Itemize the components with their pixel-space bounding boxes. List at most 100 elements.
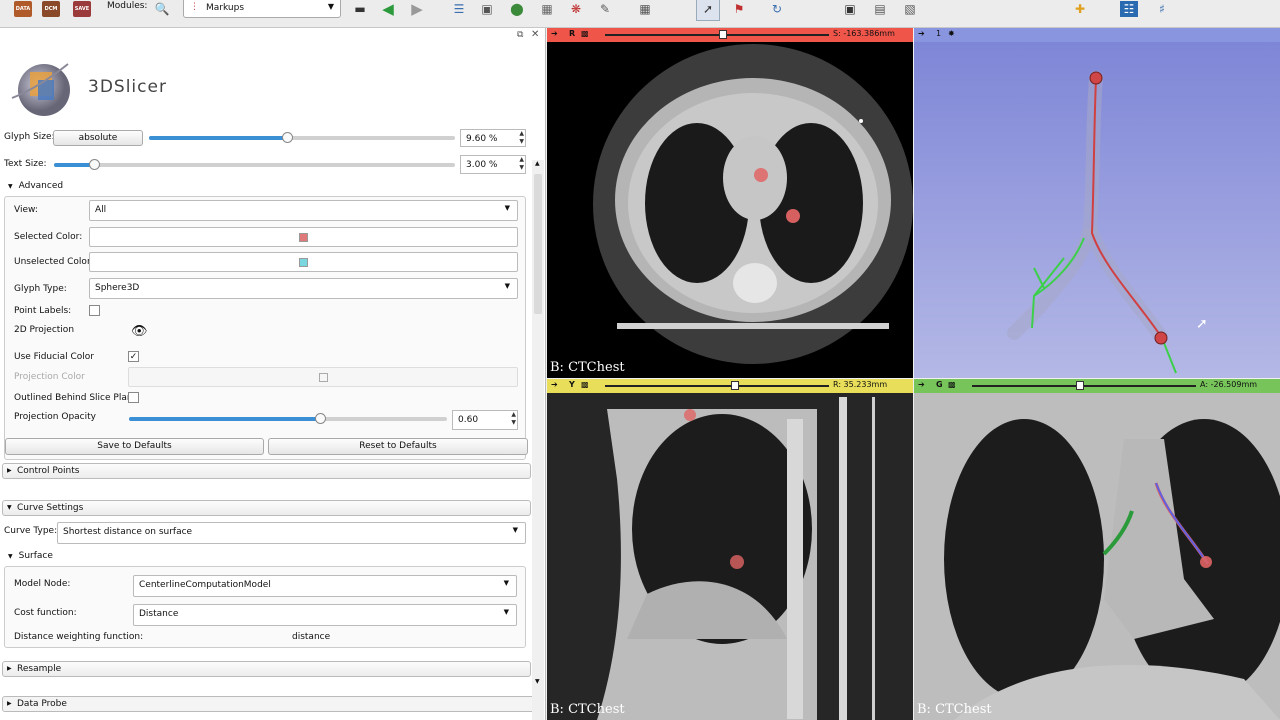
cost-function-label: Cost function:: [14, 608, 77, 618]
pin-icon[interactable]: ➔: [551, 29, 558, 38]
curve-type-select[interactable]: Shortest distance on surface ▼: [57, 522, 526, 544]
scrollbar-thumb[interactable]: [534, 174, 542, 314]
pin-icon[interactable]: ➔: [918, 29, 925, 38]
chevron-down-icon: ▼: [327, 2, 334, 11]
glyph-type-value: Sphere3D: [95, 283, 140, 293]
advanced-expander[interactable]: ▼ Advanced: [8, 181, 63, 191]
green-offset-slider[interactable]: [972, 381, 1196, 390]
module-history-icon[interactable]: ▬: [348, 0, 372, 18]
crosshair-icon[interactable]: ✚: [1068, 0, 1092, 18]
data-module-icon[interactable]: ☰: [447, 0, 471, 18]
unselected-color-picker[interactable]: [89, 252, 518, 272]
models-icon[interactable]: ⬤: [505, 0, 529, 18]
scroll-down-icon[interactable]: ▼: [535, 678, 540, 685]
yellow-view-controller: ➔ Y ▩ R: 35.233mm: [547, 379, 913, 393]
crosshair-toggle-icon[interactable]: ↻: [765, 0, 789, 18]
save-to-defaults-button[interactable]: Save to Defaults: [5, 438, 264, 455]
save-button[interactable]: SAVE: [70, 0, 94, 18]
surface-expander[interactable]: ▼ Surface: [8, 551, 53, 561]
extension-manager-icon[interactable]: ☷: [1120, 1, 1138, 17]
editor-icon[interactable]: ✎: [593, 0, 617, 18]
selected-color-swatch: [299, 233, 308, 242]
scroll-up-icon[interactable]: ▲: [535, 160, 540, 167]
data-probe-section[interactable]: ▶ Data Probe: [2, 696, 544, 712]
projection-opacity-value: 0.60: [458, 415, 479, 425]
airway-3d-model: [1007, 71, 1177, 374]
collapse-triangle-icon: ▼: [8, 553, 13, 560]
control-points-section[interactable]: ▶ Control Points: [2, 463, 531, 479]
curve-type-label: Curve Type:: [4, 526, 58, 536]
markups-module-icon[interactable]: ❋: [564, 0, 588, 18]
link-icon[interactable]: ▩: [948, 380, 956, 389]
glyph-size-slider[interactable]: [149, 132, 455, 143]
projection-2d-label: 2D Projection: [14, 325, 75, 335]
cost-function-select[interactable]: Distance ▼: [133, 604, 517, 626]
dicom-button[interactable]: DCM: [39, 0, 63, 18]
red-offset-slider[interactable]: [605, 30, 829, 39]
view-options-icon[interactable]: ▤: [868, 0, 892, 18]
panel-scrollbar[interactable]: ▲ ▼: [532, 160, 544, 720]
distance-weighting-value[interactable]: distance: [292, 632, 330, 642]
place-markup-icon[interactable]: ⚑: [727, 0, 751, 18]
model-node-select[interactable]: CenterlineComputationModel ▼: [133, 575, 517, 597]
point-labels-checkbox[interactable]: [89, 305, 100, 316]
selected-color-picker[interactable]: [89, 227, 518, 247]
extension-icon[interactable]: ▧: [898, 0, 922, 18]
slider-handle[interactable]: [1076, 381, 1084, 390]
glyph-type-label: Glyph Type:: [14, 284, 67, 294]
slicer-logo-icon: [11, 63, 70, 116]
python-console-icon[interactable]: ♯: [1150, 0, 1174, 18]
text-size-spinbox[interactable]: 3.00 % ▲ ▼: [460, 155, 526, 174]
module-selector[interactable]: ⋮ Markups ▼: [183, 0, 341, 18]
projection-color-picker[interactable]: [128, 367, 518, 387]
glyph-type-select[interactable]: Sphere3D ▼: [89, 278, 518, 299]
green-view-controller: ➔ G ▩ A: -26.509mm: [914, 379, 1280, 393]
forward-arrow-icon[interactable]: ▶: [405, 0, 429, 18]
view-select[interactable]: All ▼: [89, 200, 518, 221]
text-size-value: 3.00 %: [466, 160, 498, 170]
resample-section[interactable]: ▶ Resample: [2, 661, 531, 677]
projection-opacity-slider[interactable]: [129, 413, 447, 424]
collapse-triangle-icon: ▼: [7, 504, 12, 511]
curve-settings-section[interactable]: ▼ Curve Settings: [2, 500, 531, 516]
reset-to-defaults-button[interactable]: Reset to Defaults: [268, 438, 528, 455]
yellow-slice-view[interactable]: ➔ Y ▩ R: 35.233mm B: CTChest: [547, 379, 913, 720]
module-search-icon[interactable]: 🔍: [150, 0, 174, 18]
slider-handle[interactable]: [731, 381, 739, 390]
transforms-icon[interactable]: ▦: [535, 0, 559, 18]
volumes-icon[interactable]: ▣: [475, 0, 499, 18]
glyph-size-spinbox[interactable]: 9.60 % ▲ ▼: [460, 129, 526, 147]
chevron-down-icon: ▼: [504, 282, 510, 290]
outlined-checkbox[interactable]: [128, 392, 139, 403]
layout-icon[interactable]: ▦: [633, 0, 657, 18]
glyph-size-label: Glyph Size:: [4, 132, 55, 142]
green-slice-view[interactable]: ➔ G ▩ A: -26.509mm B: CTChest: [914, 379, 1280, 720]
close-panel-icon[interactable]: ✕: [531, 29, 539, 40]
pin-icon[interactable]: ➔: [918, 380, 925, 389]
outlined-label: Outlined Behind Slice Plane: [14, 393, 139, 403]
load-data-button[interactable]: DATA: [11, 0, 35, 18]
screenshot-icon[interactable]: ▣: [838, 0, 862, 18]
pin-icon[interactable]: ➔: [551, 380, 558, 389]
yellow-offset-slider[interactable]: [605, 381, 829, 390]
back-arrow-icon[interactable]: ◀: [376, 0, 400, 18]
glyph-size-mode-button[interactable]: absolute: [53, 130, 143, 146]
yellow-view-letter: Y: [569, 380, 575, 389]
red-slice-view[interactable]: ➔ R ▩ S: -163.386mm B: CTChest: [547, 28, 913, 378]
eye-visibility-icon[interactable]: 👁: [131, 324, 148, 339]
float-panel-icon[interactable]: ⧉: [517, 30, 523, 40]
text-size-slider[interactable]: [54, 159, 455, 170]
yellow-offset-value: R: 35.233mm: [833, 380, 888, 389]
link-icon[interactable]: ▩: [581, 29, 589, 38]
use-fiducial-checkbox[interactable]: ✓: [128, 351, 139, 362]
center-view-icon[interactable]: ✸: [948, 29, 955, 38]
slicer-logo-text: 3DSlicer: [88, 77, 167, 97]
pointer-mode-icon[interactable]: ➚: [696, 0, 720, 21]
slider-handle[interactable]: [719, 30, 727, 39]
projection-opacity-spinbox[interactable]: 0.60 ▲ ▼: [452, 410, 518, 430]
load-data-label: DATA: [14, 1, 32, 17]
use-fiducial-label: Use Fiducial Color: [14, 352, 94, 362]
cost-function-value: Distance: [139, 609, 179, 619]
threed-view[interactable]: ➔ 1 ✸ ➚: [914, 28, 1280, 378]
link-icon[interactable]: ▩: [581, 380, 589, 389]
